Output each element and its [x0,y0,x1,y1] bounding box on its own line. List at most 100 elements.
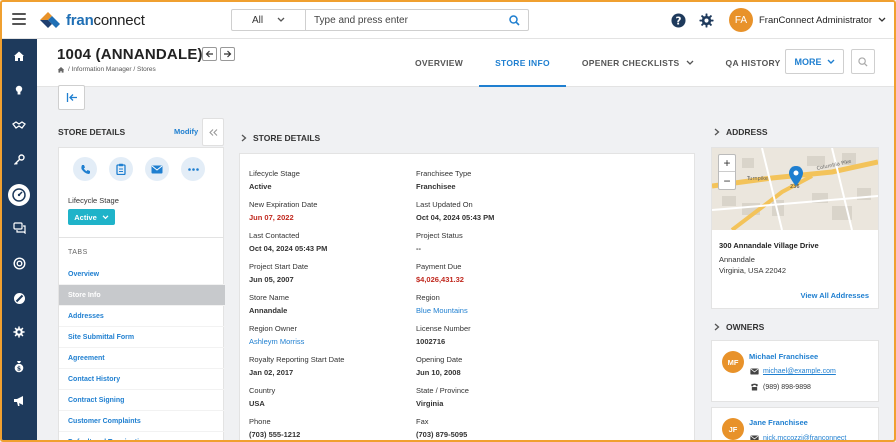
view-all-addresses-link[interactable]: View All Addresses [800,291,869,300]
owner-email-link[interactable]: nick.mccozzi@franconnect [763,435,846,440]
megaphone-icon[interactable] [10,392,28,410]
sidebar-item-agreement[interactable]: Agreement [59,348,225,369]
field-value: Oct 04, 2024 05:43 PM [416,213,495,222]
breadcrumb-path[interactable]: / Information Manager / Stores [68,66,156,73]
modify-link[interactable]: Modify [174,127,198,136]
tab-store-info[interactable]: STORE INFO [479,39,566,87]
field-license-number: License Number 1002716 [416,324,596,346]
field-payment-due: Payment Due $4,026,431.32 [416,262,596,284]
sidebar-item-overview[interactable]: Overview [59,264,225,285]
tab-label: OVERVIEW [415,57,464,68]
user-name[interactable]: FranConnect Administrator [759,15,872,26]
owner-name-link[interactable]: Michael Franchisee [749,352,818,361]
sidebar-item-contract-signing[interactable]: Contract Signing [59,390,225,411]
support-icon[interactable] [10,254,28,272]
key-icon[interactable] [10,151,28,169]
global-search: All [231,9,529,31]
svg-text:?: ? [675,15,681,27]
store-details-heading: STORE DETAILS [58,127,126,137]
clipboard-button[interactable] [109,157,133,181]
chat-icon[interactable] [10,219,28,237]
field-country: Country USA [249,386,429,408]
field-label: Opening Date [416,355,463,364]
home-icon[interactable] [10,47,28,65]
tab-qa-history[interactable]: QA HISTORY [710,39,797,86]
address-heading[interactable]: ADDRESS [714,127,768,137]
panel-collapse-toggle[interactable] [202,118,224,146]
owner-name-link[interactable]: Jane Franchisee [749,418,808,427]
region-link[interactable]: Blue Mountains [416,306,596,315]
ban-icon[interactable] [10,289,28,307]
logo[interactable]: franconnect [38,10,145,30]
field-value: -- [416,244,421,253]
field-label: Last Updated On [416,200,473,209]
next-record-button[interactable] [220,47,235,61]
owner-phone: (989) 898-9898 [763,383,811,391]
tab-overview[interactable]: OVERVIEW [399,39,479,86]
lifecycle-stage-dropdown[interactable]: Active [68,209,115,225]
settings-button[interactable] [697,11,715,29]
chevron-right-icon [241,134,247,142]
chevron-down-icon [827,59,834,64]
sidebar-item-site-submittal-form[interactable]: Site Submittal Form [59,327,225,348]
dashboard-icon[interactable] [8,184,30,206]
details-heading[interactable]: STORE DETAILS [241,133,320,143]
sidebar-item-customer-complaints[interactable]: Customer Complaints [59,411,225,432]
money-bag-icon[interactable]: $ [10,357,28,375]
field-label: Region Owner [249,324,297,333]
tab-label: STORE INFO [495,57,550,68]
sidebar-item-store-info[interactable]: Store Info [59,285,225,306]
owner-email-link[interactable]: michael@example.com [763,368,836,375]
more-button[interactable]: MORE [785,49,844,74]
handshake-icon[interactable] [10,116,28,134]
chevron-down-icon[interactable] [878,17,886,23]
chevron-down-icon [277,17,285,22]
field-label: State / Province [416,386,469,395]
field-state-province: State / Province Virginia [416,386,596,408]
field-label: Franchisee Type [416,169,472,178]
email-button[interactable] [145,157,169,181]
sidebar-item-contact-history[interactable]: Contact History [59,369,225,390]
page-search-button[interactable] [851,49,875,74]
tab-opener-checklists[interactable]: OPENER CHECKLISTS [566,39,710,86]
field-value: Jan 02, 2017 [249,368,294,377]
sidebar-item-addresses[interactable]: Addresses [59,306,225,327]
field-label: Project Status [416,231,463,240]
field-value: Oct 04, 2024 05:43 PM [249,244,328,253]
gear-icon[interactable] [10,323,28,341]
region-owner-link[interactable]: Ashleym Morriss [249,337,429,346]
user-avatar[interactable]: FA [729,8,753,32]
field-label: Phone [249,417,271,426]
chevron-right-icon [714,323,720,331]
collapse-panel-button[interactable] [58,85,85,110]
menu-icon[interactable] [12,13,26,25]
zoom-out-button[interactable]: − [719,172,735,189]
help-button[interactable]: ? [669,11,687,29]
lightbulb-icon[interactable] [10,81,28,99]
call-button[interactable] [73,157,97,181]
home-icon[interactable] [57,66,65,73]
details-heading-label: STORE DETAILS [253,133,321,143]
zoom-in-button[interactable]: + [719,155,735,172]
more-actions-button[interactable] [181,157,205,181]
search-input[interactable] [306,10,500,30]
page-header: 1004 (ANNANDALE) / Information Manager /… [37,39,894,87]
sidebar-item-default-and-termination[interactable]: Default and Termination [59,432,225,441]
search-button[interactable] [500,10,528,30]
page-title: 1004 (ANNANDALE) [57,46,203,63]
field-label: License Number [416,324,471,333]
owners-heading[interactable]: OWNERS [714,322,764,332]
top-bar: franconnect All ? FA FranConnect Adminis… [2,2,894,39]
owners-heading-label: OWNERS [726,322,765,332]
prev-record-button[interactable] [202,47,217,61]
field-project-status: Project Status -- [416,231,596,253]
arrow-right-icon [224,50,232,58]
map-label-route: 236 [790,184,800,190]
logo-rest: connect [93,11,145,29]
map[interactable]: Turnpike Columbia Pike 236 + − [712,148,878,230]
search-scope-select[interactable]: All [232,10,306,30]
breadcrumb: / Information Manager / Stores [57,66,156,73]
tabs-heading: TABS [68,249,88,256]
field-fax: Fax (703) 879-5095 [416,417,596,439]
tab-list: Overview Store Info Addresses Site Submi… [59,264,225,441]
